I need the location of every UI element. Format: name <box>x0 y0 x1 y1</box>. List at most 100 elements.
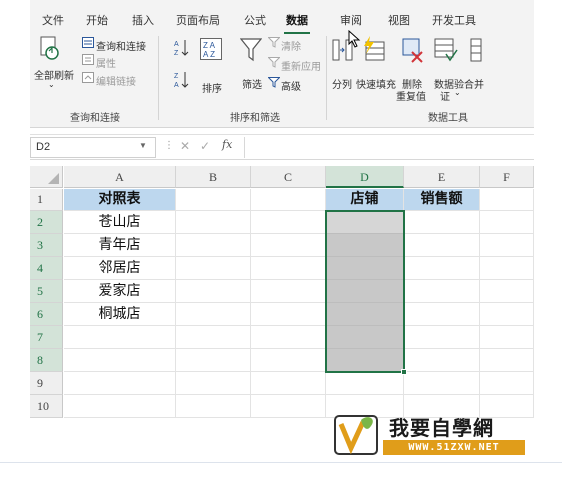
cell-c2[interactable] <box>251 211 326 234</box>
cell-e3[interactable] <box>404 234 480 257</box>
cell-d2[interactable] <box>326 211 404 234</box>
name-box[interactable]: D2 ▼ <box>30 137 156 158</box>
cell-f3[interactable] <box>480 234 534 257</box>
row-header-3[interactable]: 3 <box>30 234 63 257</box>
tab-developer[interactable]: 开发工具 <box>432 12 476 28</box>
row-header-1[interactable]: 1 <box>30 189 63 211</box>
clear-button[interactable]: 清除 <box>281 38 301 53</box>
column-header-d[interactable]: D <box>326 166 404 188</box>
worksheet-grid[interactable]: ABCDEF 1 2 3 4 5 6 7 8 9 10 对照表 苍山店 青年店 邻居店 爱家店 桐… <box>30 166 534 440</box>
cell-b5[interactable] <box>176 280 251 303</box>
cell-d6[interactable] <box>326 303 404 326</box>
filter-button[interactable]: 筛选 <box>242 76 262 91</box>
tab-data[interactable]: 数据 <box>284 12 310 34</box>
cell-c1[interactable] <box>251 189 326 211</box>
row-header-8[interactable]: 8 <box>30 349 63 372</box>
tab-view[interactable]: 视图 <box>388 12 410 28</box>
cell-d3[interactable] <box>326 234 404 257</box>
cell-a6[interactable]: 桐城店 <box>64 303 176 326</box>
cell-c3[interactable] <box>251 234 326 257</box>
cell-b2[interactable] <box>176 211 251 234</box>
cell-c8[interactable] <box>251 349 326 372</box>
cell-c4[interactable] <box>251 257 326 280</box>
cell-a5[interactable]: 爱家店 <box>64 280 176 303</box>
tab-review[interactable]: 审阅 <box>340 12 362 28</box>
queries-connections-button[interactable]: 查询和连接 <box>96 38 146 53</box>
cell-d4[interactable] <box>326 257 404 280</box>
insert-function-button[interactable]: fx <box>222 138 232 151</box>
cancel-formula-icon[interactable]: ✕ <box>180 139 190 153</box>
cell-a3[interactable]: 青年店 <box>64 234 176 257</box>
cell-d7[interactable] <box>326 326 404 349</box>
cell-f2[interactable] <box>480 211 534 234</box>
cell-f8[interactable] <box>480 349 534 372</box>
cell-e4[interactable] <box>404 257 480 280</box>
remove-duplicates-line2[interactable]: 重复值 <box>396 88 426 103</box>
tab-file[interactable]: 文件 <box>42 12 64 28</box>
advanced-button[interactable]: 高级 <box>281 78 301 93</box>
consolidate-button[interactable]: 合并 <box>464 76 484 91</box>
row-header-5[interactable]: 5 <box>30 280 63 303</box>
cell-f1[interactable] <box>480 189 534 211</box>
data-validation-line2[interactable]: 证 <box>440 88 450 103</box>
column-header-c[interactable]: C <box>251 166 326 188</box>
row-header-9[interactable]: 9 <box>30 372 63 395</box>
cell-b7[interactable] <box>176 326 251 349</box>
row-header-7[interactable]: 7 <box>30 326 63 349</box>
cell-a2[interactable]: 苍山店 <box>64 211 176 234</box>
cell-e5[interactable] <box>404 280 480 303</box>
row-header-10[interactable]: 10 <box>30 395 63 418</box>
edit-links-button[interactable]: 编辑链接 <box>96 73 136 88</box>
cell-d5[interactable] <box>326 280 404 303</box>
cell-c5[interactable] <box>251 280 326 303</box>
cell-e2[interactable] <box>404 211 480 234</box>
tab-page-layout[interactable]: 页面布局 <box>176 12 220 28</box>
select-all-button[interactable] <box>30 166 63 188</box>
cell-e7[interactable] <box>404 326 480 349</box>
cell-c10[interactable] <box>251 395 326 418</box>
data-validation-dropdown-arrow[interactable]: ⌄ <box>454 88 461 97</box>
tab-insert[interactable]: 插入 <box>132 12 154 28</box>
cell-a7[interactable] <box>64 326 176 349</box>
cell-a8[interactable] <box>64 349 176 372</box>
cell-e6[interactable] <box>404 303 480 326</box>
refresh-dropdown-arrow[interactable]: ⌄ <box>48 80 55 89</box>
cell-a1[interactable]: 对照表 <box>64 189 176 211</box>
cell-f9[interactable] <box>480 372 534 395</box>
cell-b3[interactable] <box>176 234 251 257</box>
cell-d8[interactable] <box>326 349 404 372</box>
text-to-columns-button[interactable]: 分列 <box>332 76 352 91</box>
cell-b4[interactable] <box>176 257 251 280</box>
column-header-e[interactable]: E <box>404 166 480 188</box>
reapply-button[interactable]: 重新应用 <box>281 58 321 73</box>
cell-d1[interactable]: 店铺 <box>326 189 404 211</box>
properties-button[interactable]: 属性 <box>96 55 116 70</box>
cell-e8[interactable] <box>404 349 480 372</box>
column-header-a[interactable]: A <box>64 166 176 188</box>
cell-d9[interactable] <box>326 372 404 395</box>
row-header-6[interactable]: 6 <box>30 303 63 326</box>
fill-handle[interactable] <box>401 369 407 375</box>
cell-c7[interactable] <box>251 326 326 349</box>
cell-f5[interactable] <box>480 280 534 303</box>
cell-b1[interactable] <box>176 189 251 211</box>
cell-a9[interactable] <box>64 372 176 395</box>
cell-a4[interactable]: 邻居店 <box>64 257 176 280</box>
cell-b10[interactable] <box>176 395 251 418</box>
cell-f7[interactable] <box>480 326 534 349</box>
enter-formula-icon[interactable]: ✓ <box>200 139 210 153</box>
cell-a10[interactable] <box>64 395 176 418</box>
cell-b9[interactable] <box>176 372 251 395</box>
sort-button[interactable]: 排序 <box>202 80 222 95</box>
tab-home[interactable]: 开始 <box>86 12 108 28</box>
cell-f6[interactable] <box>480 303 534 326</box>
tab-formulas[interactable]: 公式 <box>244 12 266 28</box>
cell-c6[interactable] <box>251 303 326 326</box>
cell-b8[interactable] <box>176 349 251 372</box>
row-header-2[interactable]: 2 <box>30 211 63 234</box>
column-header-f[interactable]: F <box>480 166 534 188</box>
row-header-4[interactable]: 4 <box>30 257 63 280</box>
column-header-b[interactable]: B <box>176 166 251 188</box>
cell-c9[interactable] <box>251 372 326 395</box>
formula-input[interactable] <box>244 137 532 158</box>
